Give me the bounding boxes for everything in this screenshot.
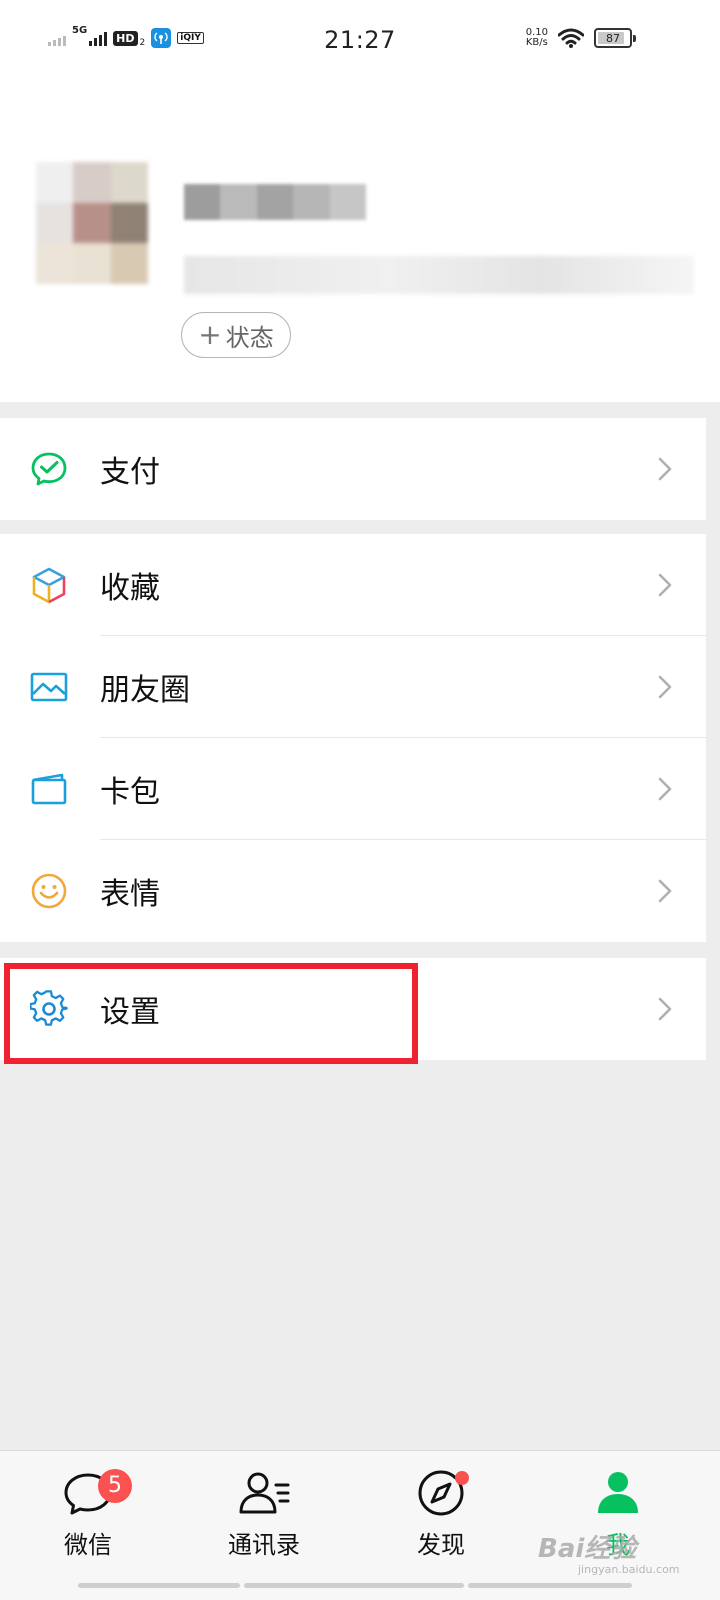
- person-filled-icon: [598, 1472, 638, 1513]
- menu-item-stickers[interactable]: 表情: [0, 840, 706, 942]
- gesture-bar-right: [468, 1583, 632, 1588]
- status-right-icons: 0.10 KB/s 87: [526, 28, 636, 48]
- chevron-right-icon: [658, 675, 672, 699]
- menu-label-moments: 朋友圈: [100, 673, 190, 708]
- watermark-sub: jingyan.baidu.com: [578, 1563, 680, 1576]
- smile-icon: [31, 873, 67, 909]
- chevron-right-icon: [658, 997, 672, 1021]
- tab-label-discover: 发现: [417, 1531, 465, 1559]
- tab-contacts[interactable]: 通讯录: [194, 1467, 334, 1587]
- menu-label-pay: 支付: [100, 455, 160, 490]
- menu-label-stickers: 表情: [100, 877, 160, 912]
- profile-header[interactable]: + 状态: [0, 84, 720, 402]
- highlight-box: [4, 963, 418, 1064]
- menu-item-favorites[interactable]: 收藏: [0, 534, 706, 636]
- gesture-bar-center: [244, 1583, 464, 1588]
- chevron-right-icon: [658, 879, 672, 903]
- wechat-pay-icon: [31, 452, 67, 486]
- battery-icon: 87: [594, 28, 636, 48]
- menu-item-cards[interactable]: 卡包: [0, 738, 706, 840]
- network-speed: 0.10 KB/s: [526, 28, 548, 48]
- gesture-bar-left: [78, 1583, 240, 1588]
- status-bar: 5G HD 2 iQIY 21:27 0.10 KB/s 87: [0, 0, 720, 84]
- menu-item-pay[interactable]: 支付: [0, 418, 706, 520]
- add-status-label: 状态: [225, 323, 274, 352]
- tab-chats[interactable]: 5 微信: [18, 1467, 158, 1587]
- menu-item-moments[interactable]: 朋友圈: [0, 636, 706, 738]
- unread-badge: 5: [98, 1469, 132, 1503]
- card-wallet-icon: [31, 773, 67, 805]
- battery-percent: 87: [606, 31, 620, 45]
- network-speed-unit: KB/s: [525, 37, 548, 48]
- tab-label-contacts: 通讯录: [228, 1531, 300, 1559]
- wifi-icon: [558, 28, 584, 48]
- menu-group-pay: 支付: [0, 418, 706, 520]
- baidu-watermark: Bai经验 jingyan.baidu.com: [538, 1528, 680, 1576]
- tab-label-chats: 微信: [64, 1531, 112, 1559]
- menu-label-favorites: 收藏: [100, 571, 160, 606]
- chevron-right-icon: [658, 573, 672, 597]
- watermark-text: Bai经验: [538, 1534, 637, 1564]
- wechat-id-blurred: [184, 256, 694, 294]
- image-icon: [30, 672, 68, 702]
- add-status-button[interactable]: + 状态: [181, 312, 291, 358]
- avatar[interactable]: [36, 162, 148, 284]
- chevron-right-icon: [658, 777, 672, 801]
- menu-group-main: 收藏 朋友圈 卡包 表情: [0, 534, 706, 942]
- tab-bar: 5 微信 通讯录 发现 我: [0, 1450, 720, 1600]
- plus-icon: +: [198, 318, 222, 351]
- tab-discover[interactable]: 发现: [371, 1467, 511, 1587]
- cube-icon: [32, 567, 66, 604]
- contacts-icon: [239, 1472, 290, 1514]
- menu-label-cards: 卡包: [100, 775, 160, 810]
- chevron-right-icon: [658, 457, 672, 481]
- new-content-dot: [455, 1471, 469, 1485]
- nickname-blurred: [184, 184, 367, 220]
